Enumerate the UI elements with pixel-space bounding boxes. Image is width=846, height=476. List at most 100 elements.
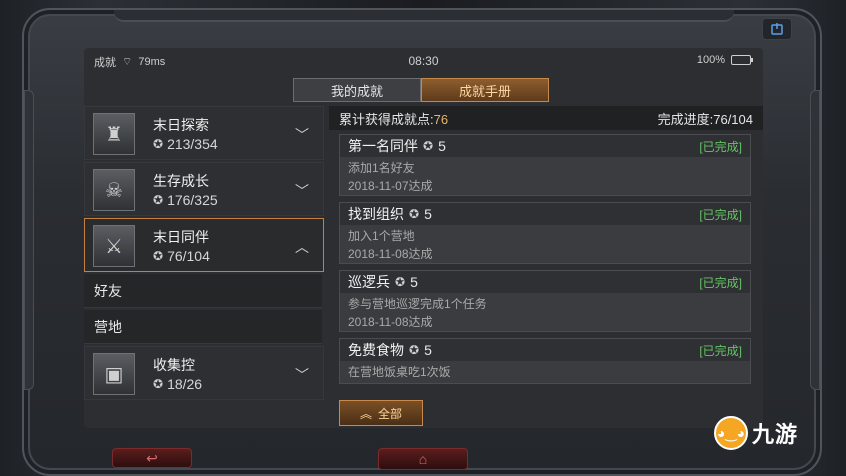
sub-item-camp[interactable]: 营地 (84, 310, 322, 344)
points-summary: 累计获得成就点:76 (339, 109, 448, 128)
progress-value: 76/104 (713, 111, 753, 127)
chevron-down-icon[interactable]: ﹀ (295, 181, 309, 201)
card-date: 2018-11-08达成 (348, 315, 433, 329)
category-count-value: 18/26 (167, 376, 203, 392)
card-title-text: 巡逻兵 (348, 274, 390, 290)
card-description: 在营地饭桌吃1次饭 (348, 365, 451, 379)
tab-achievement-handbook[interactable]: 成就手册 (421, 78, 549, 102)
medal-icon: ✪ (153, 377, 164, 391)
card-header: 第一名同伴 ✪ 5 [已完成] (340, 135, 750, 157)
tab-my-achievements[interactable]: 我的成就 (293, 78, 421, 102)
home-button[interactable]: ⌂ (378, 448, 468, 470)
chevron-down-icon[interactable]: ﹀ (295, 125, 309, 145)
home-icon: ⌂ (418, 451, 428, 467)
category-name: 末日探索 (153, 117, 209, 133)
power-button[interactable] (762, 18, 792, 40)
chevron-down-icon[interactable]: ﹀ (295, 365, 309, 385)
status-badge: [已完成] (699, 207, 742, 222)
category-name: 收集控 (153, 357, 195, 373)
medal-icon: ✪ (409, 343, 420, 357)
achievement-card[interactable]: 第一名同伴 ✪ 5 [已完成] 添加1名好友 2018-11-07达成 (339, 134, 751, 196)
category-count-value: 76/104 (167, 248, 210, 264)
category-count-value: 213/354 (167, 136, 218, 152)
status-badge: [已完成] (699, 275, 742, 290)
achievement-card[interactable]: 免费食物 ✪ 5 [已完成] 在营地饭桌吃1次饭 (339, 338, 751, 384)
status-badge: [已完成] (699, 343, 742, 358)
companions-icon: ⚔ (93, 225, 135, 267)
card-title: 巡逻兵 ✪ 5 (348, 272, 418, 292)
achievement-card[interactable]: 找到组织 ✪ 5 [已完成] 加入1个营地 2018-11-08达成 (339, 202, 751, 264)
device-top-bar (114, 10, 734, 22)
battery-icon (731, 55, 753, 65)
card-points: 5 (438, 138, 446, 154)
category-count: ✪ 18/26 (153, 376, 202, 392)
power-icon (771, 23, 783, 35)
frame-left-notch (24, 90, 34, 390)
watermark-logo: ◕‿◕ 九游 (714, 416, 798, 450)
status-bar: 成就 ⌔ 79ms 08:30 100% (84, 48, 763, 72)
battery-percent: 100% (696, 54, 725, 66)
skull-warrior-icon: ☠ (93, 169, 135, 211)
screen: 成就 ⌔ 79ms 08:30 100% 我的成就 成就手册 ♜ 末日探索 ✪ 2… (84, 48, 763, 428)
card-title: 第一名同伴 ✪ 5 (348, 136, 446, 156)
status-left: 成就 ⌔ 79ms (94, 54, 165, 70)
category-name: 生存成长 (153, 173, 209, 189)
ping-label: 79ms (138, 56, 166, 68)
back-button[interactable]: ↩ (112, 448, 192, 468)
clock: 08:30 (408, 54, 439, 68)
card-title: 免费食物 ✪ 5 (348, 340, 432, 360)
frame-right-notch (810, 90, 820, 390)
chevron-up-icon[interactable]: ︿ (295, 237, 309, 257)
category-item-open[interactable]: ⚔ 末日同伴 ✪ 76/104 ︿ (84, 218, 324, 272)
card-description: 添加1名好友 (348, 161, 415, 175)
medal-icon: ✪ (395, 275, 406, 289)
category-count: ✪ 213/354 (153, 136, 218, 152)
points-label: 累计获得成就点: (339, 111, 434, 127)
card-title: 找到组织 ✪ 5 (348, 204, 432, 224)
watermark-text: 九游 (752, 422, 799, 447)
category-count-value: 176/325 (167, 192, 218, 208)
category-count: ✪ 176/325 (153, 192, 218, 208)
chest-icon: ▣ (93, 353, 135, 395)
carrier-label: 成就 (94, 57, 116, 69)
card-title-text: 找到组织 (348, 206, 404, 222)
category-name: 末日同伴 (153, 229, 209, 245)
progress-summary: 完成进度:76/104 (658, 109, 753, 128)
card-date: 2018-11-07达成 (348, 179, 433, 193)
filter-all-button[interactable]: ︽ 全部 (339, 400, 423, 426)
status-badge: [已完成] (699, 139, 742, 154)
category-list: ♜ 末日探索 ✪ 213/354 ﹀ ☠ 生存成长 ✪ 176/325 ﹀ ⚔ 末日… (84, 106, 327, 428)
wifi-icon: ⌔ (122, 56, 133, 68)
card-description: 加入1个营地 (348, 229, 415, 243)
back-arrow-icon: ↩ (146, 449, 158, 466)
card-points: 5 (410, 274, 418, 290)
sub-item-friends[interactable]: 好友 (84, 274, 322, 308)
card-title-text: 第一名同伴 (348, 138, 418, 154)
achievement-card[interactable]: 巡逻兵 ✪ 5 [已完成] 参与营地巡逻完成1个任务 2018-11-08达成 (339, 270, 751, 332)
card-header: 找到组织 ✪ 5 [已完成] (340, 203, 750, 225)
medal-icon: ✪ (153, 249, 164, 263)
filter-all-label: 全部 (378, 406, 403, 421)
tab-bar: 我的成就 成就手册 (293, 78, 549, 102)
medal-icon: ✪ (153, 193, 164, 207)
status-right: 100% (696, 54, 753, 66)
chevron-up-icon: ︽ (359, 406, 372, 421)
card-title-text: 免费食物 (348, 342, 404, 358)
mascot-icon: ◕‿◕ (714, 416, 748, 450)
achievement-panel: 累计获得成就点:76 完成进度:76/104 第一名同伴 ✪ 5 [已完成] 添加1… (329, 106, 763, 428)
tower-icon: ♜ (93, 113, 135, 155)
card-description: 参与营地巡逻完成1个任务 (348, 297, 487, 311)
card-points: 5 (424, 342, 432, 358)
category-item[interactable]: ▣ 收集控 ✪ 18/26 ﹀ (84, 346, 324, 400)
progress-label: 完成进度: (657, 111, 714, 127)
card-date: 2018-11-08达成 (348, 247, 433, 261)
card-header: 免费食物 ✪ 5 [已完成] (340, 339, 750, 361)
card-header: 巡逻兵 ✪ 5 [已完成] (340, 271, 750, 293)
category-item[interactable]: ☠ 生存成长 ✪ 176/325 ﹀ (84, 162, 324, 216)
medal-icon: ✪ (409, 207, 420, 221)
category-item[interactable]: ♜ 末日探索 ✪ 213/354 ﹀ (84, 106, 324, 160)
category-count: ✪ 76/104 (153, 248, 210, 264)
summary-bar: 累计获得成就点:76 完成进度:76/104 (329, 106, 763, 130)
medal-icon: ✪ (423, 139, 434, 153)
card-points: 5 (424, 206, 432, 222)
